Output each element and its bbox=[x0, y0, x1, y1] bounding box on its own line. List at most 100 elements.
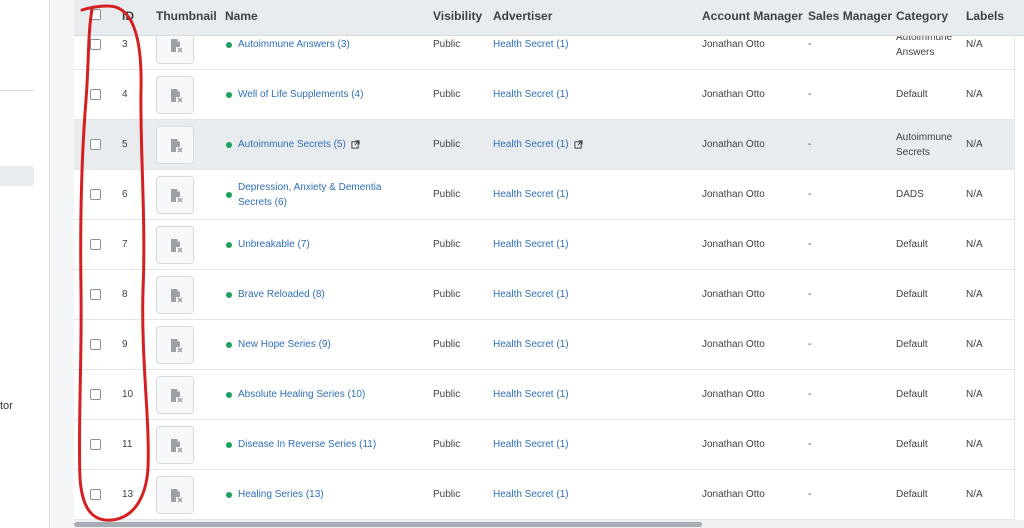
broken-image-file-icon bbox=[171, 489, 183, 503]
row-advertiser-link[interactable]: Health Secret (1) bbox=[493, 239, 569, 250]
row-name-link[interactable]: Brave Reloaded (8) bbox=[238, 289, 325, 300]
broken-image-file-icon bbox=[171, 389, 183, 403]
table-row[interactable]: 13 Healing Series (13) Public Health Secret… bbox=[74, 470, 1014, 520]
row-category: Default bbox=[896, 439, 928, 450]
column-header-account-manager[interactable]: Account Manager bbox=[702, 9, 803, 23]
row-account-manager: Jonathan Otto bbox=[702, 489, 765, 500]
table-row[interactable]: 6 Depression, Anxiety & Dementia Secrets … bbox=[74, 170, 1014, 220]
row-labels: N/A bbox=[966, 389, 983, 400]
row-thumbnail[interactable] bbox=[156, 176, 194, 214]
column-header-labels[interactable]: Labels bbox=[966, 9, 1004, 23]
row-name-link[interactable]: Well of Life Supplements (4) bbox=[238, 89, 363, 100]
row-checkbox[interactable] bbox=[90, 489, 101, 500]
column-header-thumbnail[interactable]: Thumbnail bbox=[156, 9, 217, 23]
row-account-manager: Jonathan Otto bbox=[702, 189, 765, 200]
row-thumbnail[interactable] bbox=[156, 276, 194, 314]
row-labels: N/A bbox=[966, 139, 983, 150]
row-advertiser-link[interactable]: Health Secret (1) bbox=[493, 89, 569, 100]
table-row[interactable]: 10 Absolute Healing Series (10) Public Heal… bbox=[74, 370, 1014, 420]
row-name-link[interactable]: Autoimmune Answers (3) bbox=[238, 39, 350, 50]
table-row[interactable]: 11 Disease In Reverse Series (11) Public He… bbox=[74, 420, 1014, 470]
active-status-dot-icon bbox=[226, 292, 232, 298]
row-account-manager: Jonathan Otto bbox=[702, 89, 765, 100]
row-thumbnail[interactable] bbox=[156, 476, 194, 514]
horizontal-scrollbar[interactable] bbox=[74, 520, 1024, 528]
table-row[interactable]: 8 Brave Reloaded (8) Public Health Secret (… bbox=[74, 270, 1014, 320]
row-advertiser-link[interactable]: Health Secret (1) bbox=[493, 289, 569, 300]
row-sales-manager: - bbox=[808, 289, 812, 300]
table-row[interactable]: 9 New Hope Series (9) Public Health Secret … bbox=[74, 320, 1014, 370]
select-all-checkbox[interactable] bbox=[90, 9, 101, 20]
table-row[interactable]: 5 Autoimmune Secrets (5) Public Health Secr… bbox=[74, 120, 1014, 170]
row-id: 7 bbox=[122, 239, 128, 250]
row-thumbnail[interactable] bbox=[156, 126, 194, 164]
active-status-dot-icon bbox=[226, 442, 232, 448]
row-name-link[interactable]: Disease In Reverse Series (11) bbox=[238, 439, 376, 450]
row-name-link[interactable]: Autoimmune Secrets (5) bbox=[238, 139, 346, 150]
row-advertiser-link[interactable]: Health Secret (1) bbox=[493, 439, 569, 450]
row-thumbnail[interactable] bbox=[156, 376, 194, 414]
broken-image-file-icon bbox=[171, 39, 183, 53]
row-category: Default bbox=[896, 489, 928, 500]
column-header-name[interactable]: Name bbox=[225, 9, 258, 23]
column-header-category[interactable]: Category bbox=[896, 9, 948, 23]
row-labels: N/A bbox=[966, 489, 983, 500]
row-visibility: Public bbox=[433, 289, 461, 300]
row-advertiser-link[interactable]: Health Secret (1) bbox=[493, 339, 569, 350]
broken-image-file-icon bbox=[171, 139, 183, 153]
row-name-link[interactable]: Absolute Healing Series (10) bbox=[238, 389, 365, 400]
row-advertiser-link[interactable]: Health Secret (1) bbox=[493, 189, 569, 200]
column-header-visibility[interactable]: Visibility bbox=[433, 9, 482, 23]
row-name-link[interactable]: Depression, Anxiety & Dementia Secrets (… bbox=[238, 180, 398, 210]
row-thumbnail[interactable] bbox=[156, 76, 194, 114]
row-advertiser-link[interactable]: Health Secret (1) bbox=[493, 139, 569, 150]
row-checkbox[interactable] bbox=[90, 239, 101, 250]
content-gutter bbox=[51, 0, 74, 528]
left-sidebar: tor bbox=[0, 0, 50, 528]
row-sales-manager: - bbox=[808, 39, 812, 50]
row-checkbox[interactable] bbox=[90, 39, 101, 50]
column-header-sales-manager[interactable]: Sales Manager bbox=[808, 9, 892, 23]
row-name-link[interactable]: New Hope Series (9) bbox=[238, 339, 331, 350]
active-status-dot-icon bbox=[226, 242, 232, 248]
row-id: 9 bbox=[122, 339, 128, 350]
row-name-link[interactable]: Healing Series (13) bbox=[238, 489, 324, 500]
row-checkbox[interactable] bbox=[90, 89, 101, 100]
row-checkbox[interactable] bbox=[90, 139, 101, 150]
row-advertiser-link[interactable]: Health Secret (1) bbox=[493, 39, 569, 50]
table-row[interactable]: 4 Well of Life Supplements (4) Public Healt… bbox=[74, 70, 1014, 120]
broken-image-file-icon bbox=[171, 439, 183, 453]
column-header-id[interactable]: ID bbox=[122, 9, 134, 23]
row-advertiser-link[interactable]: Health Secret (1) bbox=[493, 389, 569, 400]
active-status-dot-icon bbox=[226, 92, 232, 98]
row-checkbox[interactable] bbox=[90, 189, 101, 200]
row-visibility: Public bbox=[433, 339, 461, 350]
row-advertiser-link[interactable]: Health Secret (1) bbox=[493, 489, 569, 500]
row-visibility: Public bbox=[433, 39, 461, 50]
row-thumbnail[interactable] bbox=[156, 326, 194, 364]
row-name-link[interactable]: Unbreakable (7) bbox=[238, 239, 310, 250]
row-account-manager: Jonathan Otto bbox=[702, 139, 765, 150]
table-row[interactable]: 7 Unbreakable (7) Public Health Secret (1) J… bbox=[74, 220, 1014, 270]
row-checkbox[interactable] bbox=[90, 439, 101, 450]
row-checkbox[interactable] bbox=[90, 389, 101, 400]
row-checkbox[interactable] bbox=[90, 289, 101, 300]
row-thumbnail[interactable] bbox=[156, 426, 194, 464]
row-checkbox[interactable] bbox=[90, 339, 101, 350]
row-id: 8 bbox=[122, 289, 128, 300]
active-status-dot-icon bbox=[226, 492, 232, 498]
sidebar-active-item[interactable] bbox=[0, 166, 34, 186]
row-thumbnail[interactable] bbox=[156, 226, 194, 264]
row-sales-manager: - bbox=[808, 439, 812, 450]
row-sales-manager: - bbox=[808, 139, 812, 150]
external-link-icon[interactable] bbox=[351, 140, 360, 149]
row-sales-manager: - bbox=[808, 239, 812, 250]
row-labels: N/A bbox=[966, 89, 983, 100]
row-id: 13 bbox=[122, 489, 134, 500]
column-header-advertiser[interactable]: Advertiser bbox=[493, 9, 552, 23]
external-link-icon[interactable] bbox=[574, 140, 583, 149]
sidebar-item-label-partial[interactable]: tor bbox=[0, 400, 13, 412]
horizontal-scrollbar-thumb[interactable] bbox=[74, 522, 702, 527]
active-status-dot-icon bbox=[226, 392, 232, 398]
row-id: 3 bbox=[122, 39, 128, 50]
